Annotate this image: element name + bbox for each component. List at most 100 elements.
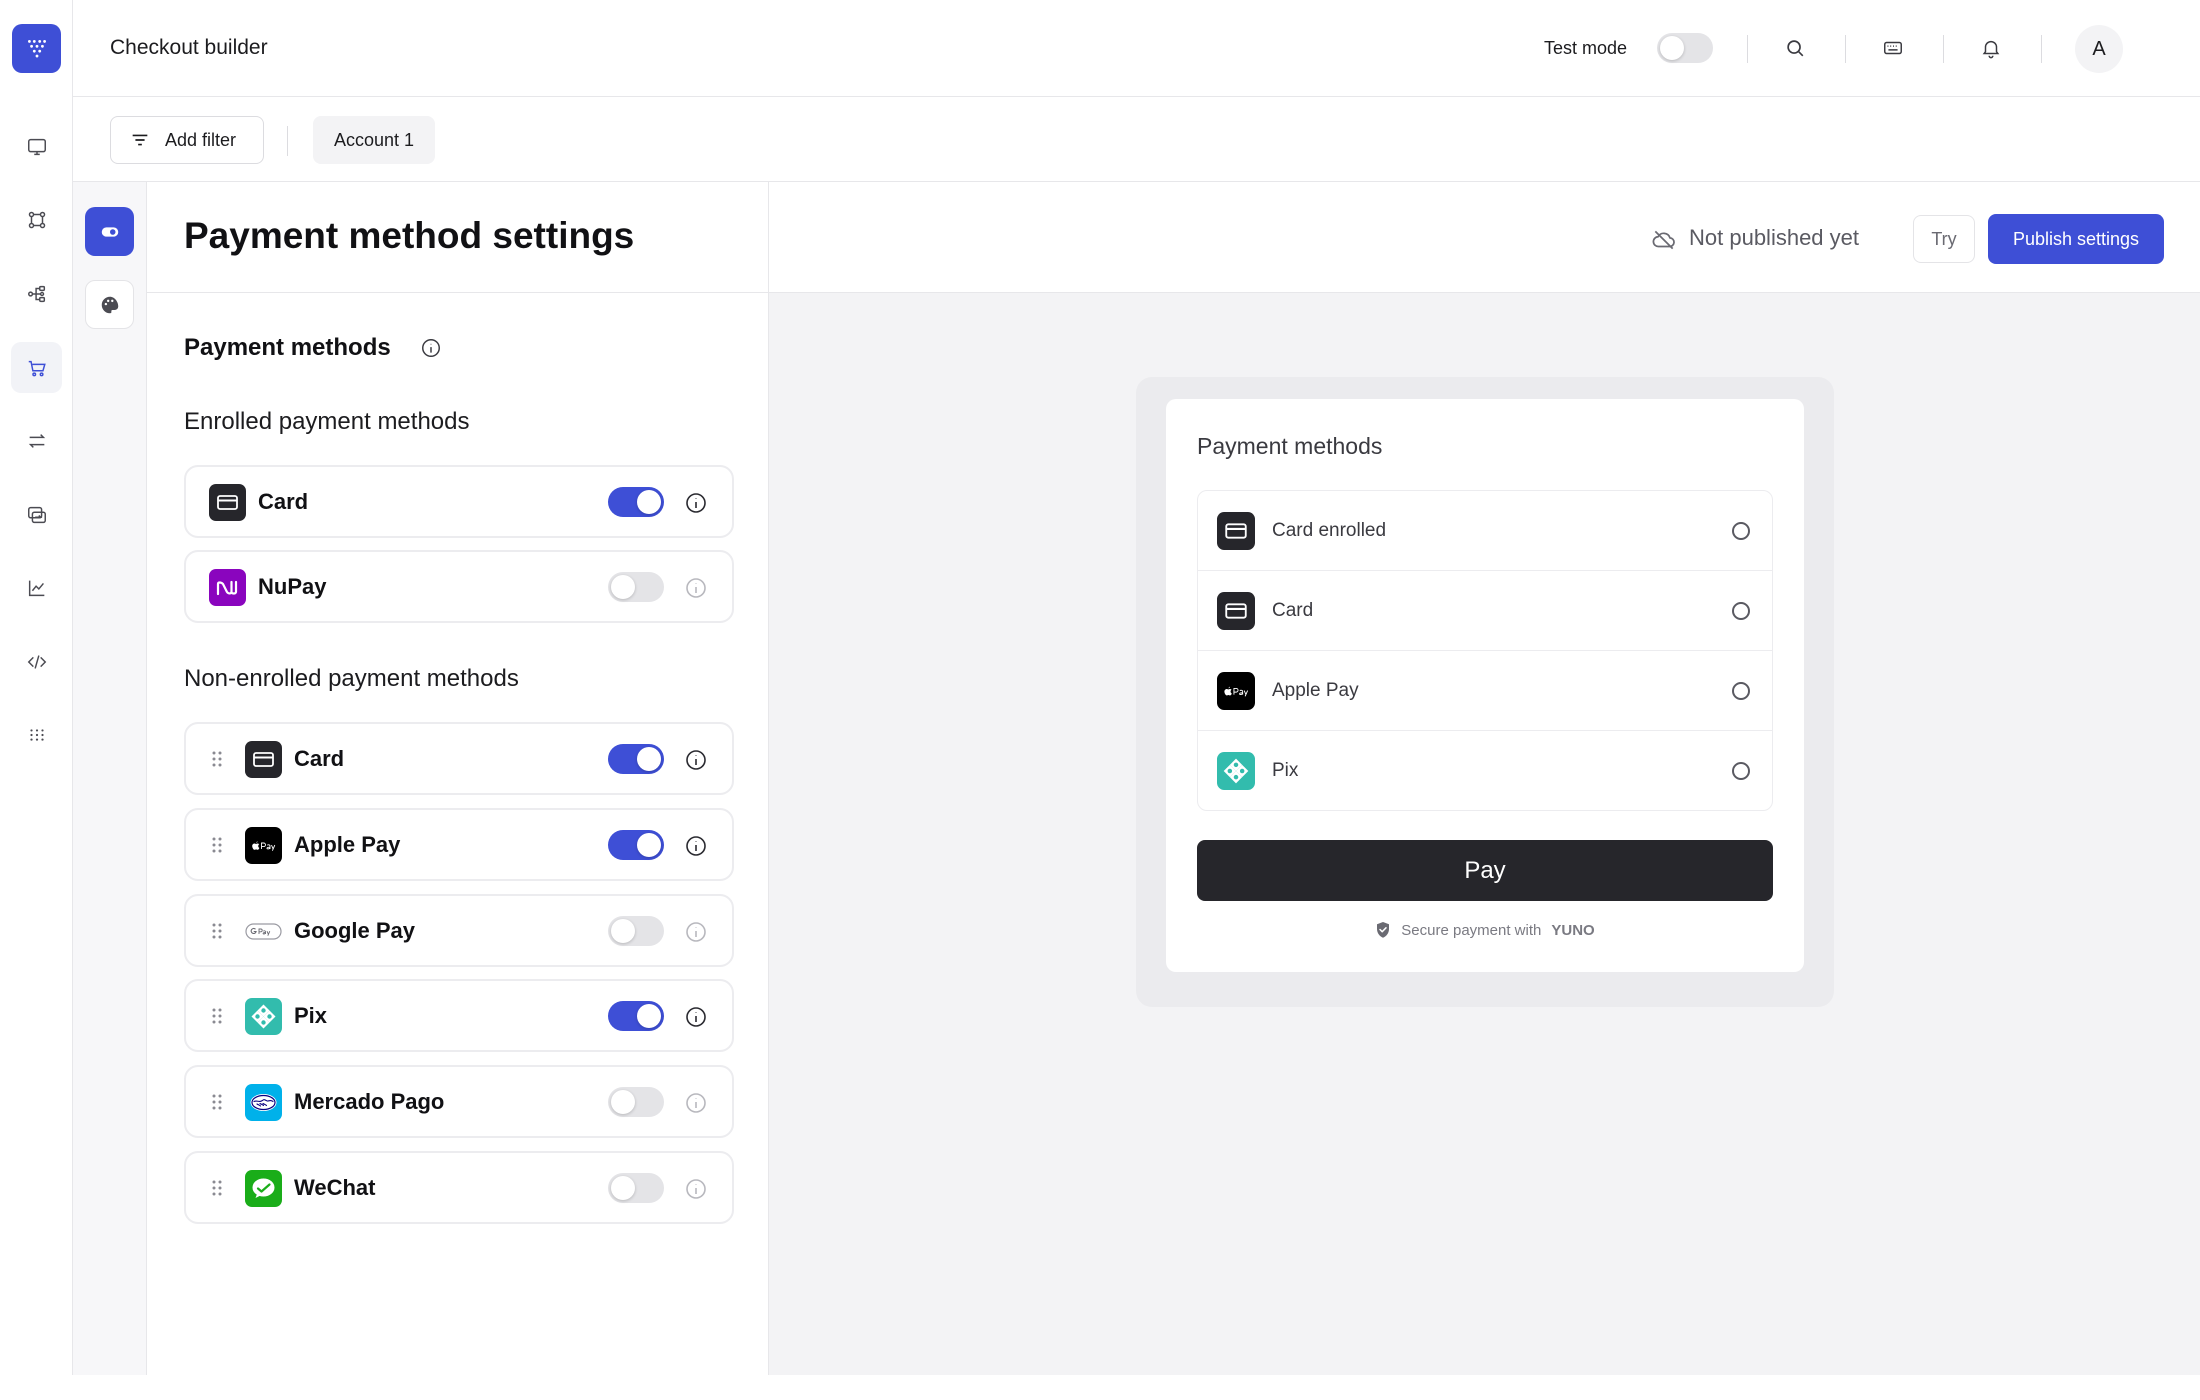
avatar[interactable]: A <box>2075 25 2123 73</box>
nav-more[interactable] <box>11 709 62 760</box>
preview-option[interactable]: Card enrolled <box>1198 491 1772 571</box>
publish-settings-button[interactable]: Publish settings <box>1988 214 2164 264</box>
method-toggle[interactable] <box>608 744 664 774</box>
info-icon[interactable] <box>420 337 442 359</box>
method-toggle[interactable] <box>608 830 664 860</box>
preview-option[interactable]: Pix <box>1198 731 1772 810</box>
preview-option-name: Apple Pay <box>1272 680 1359 701</box>
card-icon <box>209 484 246 521</box>
nav-connections[interactable] <box>11 194 62 245</box>
page-title: Payment method settings <box>184 215 635 256</box>
monitor-icon <box>27 138 46 155</box>
publish-status: Not published yet <box>1689 225 1859 250</box>
preview-options-list: Card enrolled Card Apple Pay Pix <box>1197 490 1773 811</box>
info-icon[interactable] <box>684 1005 708 1029</box>
method-name: Google Pay <box>294 918 416 943</box>
preview-option-radio[interactable] <box>1732 602 1750 620</box>
method-toggle[interactable] <box>608 572 664 602</box>
drag-handle-icon[interactable] <box>210 921 224 941</box>
preview-option[interactable]: Apple Pay <box>1198 651 1772 731</box>
settings-header: Payment method settings <box>147 182 769 293</box>
pay-button[interactable]: Pay <box>1197 840 1773 901</box>
nav-transactions[interactable] <box>11 415 62 466</box>
search-button[interactable] <box>1780 33 1810 63</box>
preview-option-radio[interactable] <box>1732 522 1750 540</box>
enrolled-method-nupay: NuPay <box>184 550 734 623</box>
info-icon[interactable] <box>684 834 708 858</box>
apple-pay-logo <box>1217 672 1255 710</box>
method-name: Card <box>258 489 309 514</box>
method-toggle[interactable] <box>608 1173 664 1203</box>
drag-handle-icon[interactable] <box>210 749 224 769</box>
checkout-preview-frame: Payment methods Card enrolled Card Apple… <box>1136 377 1834 1007</box>
preview-header: Not published yet Try Publish settings <box>769 182 2200 293</box>
preview-option[interactable]: Card <box>1198 571 1772 651</box>
preview-option-name: Pix <box>1272 760 1299 781</box>
divider <box>287 126 288 156</box>
drag-handle-icon[interactable] <box>210 835 224 855</box>
yuno-logo[interactable] <box>12 24 61 73</box>
info-icon[interactable] <box>684 491 708 515</box>
chart-icon <box>28 580 44 596</box>
method-name: Pix <box>294 1003 328 1028</box>
method-name: WeChat <box>294 1175 376 1200</box>
method-toggle[interactable] <box>608 1087 664 1117</box>
nav-checkout[interactable] <box>11 342 62 393</box>
checkout-preview-area: Not published yet Try Publish settings P… <box>769 182 2200 1375</box>
drag-handle-icon[interactable] <box>210 1092 224 1112</box>
card-icon <box>1217 512 1255 550</box>
transfer-icon <box>28 433 45 448</box>
main-nav-rail <box>0 0 73 1375</box>
card-icon <box>1217 592 1255 630</box>
top-header: Checkout builder Test mode A <box>73 0 2200 97</box>
info-icon[interactable] <box>684 748 708 772</box>
tool-payment-methods[interactable] <box>85 207 134 256</box>
notifications-button[interactable] <box>1976 33 2006 63</box>
card-icon <box>245 741 282 778</box>
tool-appearance[interactable] <box>85 280 134 329</box>
drag-handle-icon[interactable] <box>210 1006 224 1026</box>
method-toggle[interactable] <box>608 916 664 946</box>
method-name: Apple Pay <box>294 832 401 857</box>
info-icon[interactable] <box>684 920 708 944</box>
non-enrolled-method-card: Card <box>184 722 734 795</box>
test-mode-toggle[interactable] <box>1657 33 1713 63</box>
method-toggle[interactable] <box>608 487 664 517</box>
keyboard-shortcuts-button[interactable] <box>1878 33 1908 63</box>
account-chip[interactable]: Account 1 <box>313 116 435 164</box>
drag-handle-icon[interactable] <box>210 1178 224 1198</box>
logo-dots-icon <box>27 39 46 57</box>
preview-option-radio[interactable] <box>1732 762 1750 780</box>
builder-tool-rail <box>73 182 147 1375</box>
mercado-pago-logo <box>245 1084 282 1121</box>
keyboard-icon <box>1884 41 1902 55</box>
bell-icon <box>1982 40 2000 59</box>
nav-analytics[interactable] <box>11 562 62 613</box>
divider <box>1943 35 1944 63</box>
enrolled-title: Enrolled payment methods <box>184 408 470 435</box>
nav-monitor[interactable] <box>11 121 62 172</box>
divider <box>1747 35 1748 63</box>
checkout-preview-card: Payment methods Card enrolled Card Apple… <box>1166 399 1804 972</box>
preview-title: Payment methods <box>1197 433 1383 459</box>
nav-developers[interactable] <box>11 636 62 687</box>
preview-option-name: Card enrolled <box>1272 520 1387 541</box>
nav-reconciliation[interactable] <box>11 489 62 540</box>
secure-brand: YUNO <box>1551 921 1595 939</box>
palette-icon <box>101 296 118 313</box>
divider <box>1845 35 1846 63</box>
pix-logo <box>1217 752 1255 790</box>
settings-panel: Payment method settings Payment methods … <box>147 182 769 1375</box>
nav-workflow[interactable] <box>11 268 62 319</box>
try-button[interactable]: Try <box>1913 215 1975 263</box>
info-icon[interactable] <box>684 576 708 600</box>
preview-option-radio[interactable] <box>1732 682 1750 700</box>
add-filter-button[interactable]: Add filter <box>110 116 264 164</box>
filter-icon <box>132 134 148 146</box>
info-icon[interactable] <box>684 1091 708 1115</box>
non-enrolled-method-wechat: WeChat <box>184 1151 734 1224</box>
method-toggle[interactable] <box>608 1001 664 1031</box>
non-enrolled-title: Non-enrolled payment methods <box>184 665 519 692</box>
non-enrolled-method-mercado-pago: Mercado Pago <box>184 1065 734 1138</box>
info-icon[interactable] <box>684 1177 708 1201</box>
